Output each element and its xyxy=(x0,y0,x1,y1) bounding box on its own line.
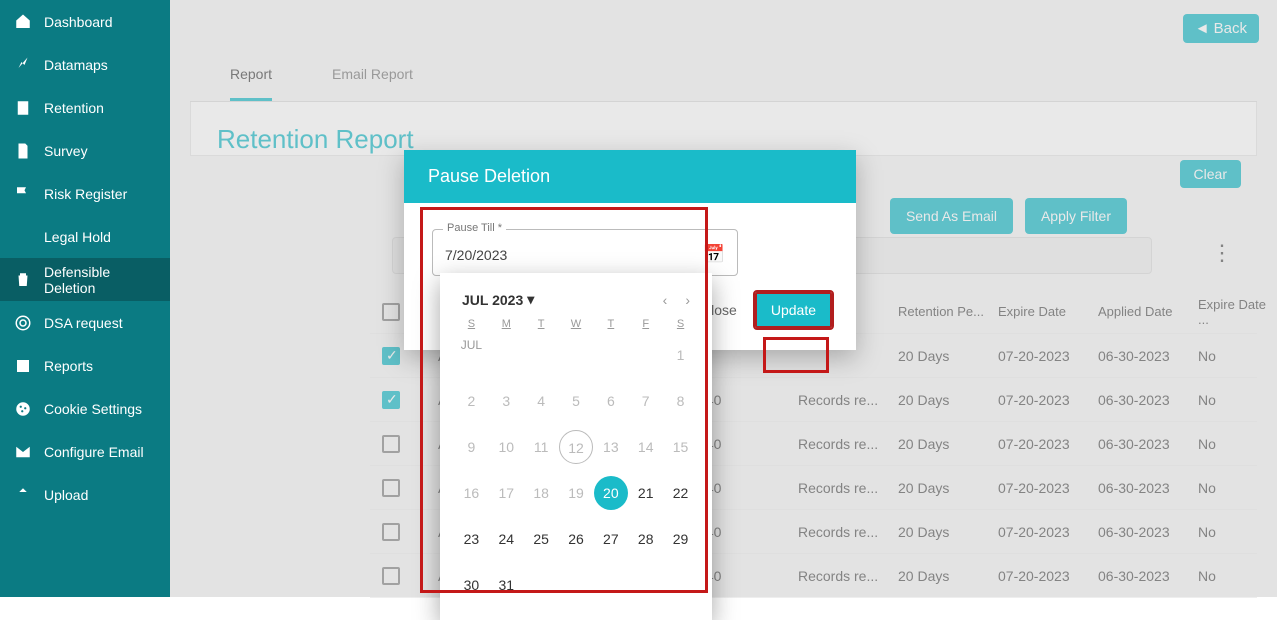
sidebar-item-legal-hold[interactable]: Legal Hold xyxy=(0,215,170,258)
sidebar-item-label: Retention xyxy=(44,100,104,116)
sidebar-item-dsa-request[interactable]: DSA request xyxy=(0,301,170,344)
sidebar-item-configure-email[interactable]: Configure Email xyxy=(0,430,170,473)
doc-icon xyxy=(14,142,32,160)
modal-title: Pause Deletion xyxy=(404,150,856,203)
day-8: 8 xyxy=(664,384,698,418)
month-inline-label: JUL xyxy=(454,338,489,372)
home-icon xyxy=(14,13,32,31)
sidebar-item-label: Survey xyxy=(44,143,88,159)
sidebar-item-label: DSA request xyxy=(44,315,123,331)
day-22[interactable]: 22 xyxy=(664,476,698,510)
sidebar-item-label: Configure Email xyxy=(44,444,144,460)
month-selector[interactable]: JUL 2023 ▾ xyxy=(462,291,534,308)
day-19: 19 xyxy=(559,476,593,510)
sidebar-item-cookie-settings[interactable]: Cookie Settings xyxy=(0,387,170,430)
day-24[interactable]: 24 xyxy=(489,522,523,556)
sidebar-item-label: Cookie Settings xyxy=(44,401,142,417)
sidebar-item-label: Dashboard xyxy=(44,14,113,30)
day-13: 13 xyxy=(594,430,628,464)
dow: S xyxy=(663,318,698,330)
pause-till-field[interactable]: Pause Till * 7/20/2023 📅 xyxy=(432,229,738,276)
sidebar-item-upload[interactable]: Upload xyxy=(0,473,170,516)
next-month-icon[interactable]: › xyxy=(685,292,690,308)
cookie-icon xyxy=(14,400,32,418)
sidebar-item-reports[interactable]: Reports xyxy=(0,344,170,387)
sidebar-item-label: Legal Hold xyxy=(44,229,111,245)
day-18: 18 xyxy=(524,476,558,510)
calendar-icon[interactable]: 📅 xyxy=(703,244,725,265)
day-23[interactable]: 23 xyxy=(454,522,488,556)
dow: S xyxy=(454,318,489,330)
day-20[interactable]: 20 xyxy=(594,476,628,510)
day-7: 7 xyxy=(629,384,663,418)
sidebar-item-label: Upload xyxy=(44,487,88,503)
sidebar-item-survey[interactable]: Survey xyxy=(0,129,170,172)
day-6: 6 xyxy=(594,384,628,418)
sidebar-item-label: Reports xyxy=(44,358,93,374)
day-9: 9 xyxy=(454,430,488,464)
news-icon xyxy=(14,357,32,375)
life-icon xyxy=(14,314,32,332)
sidebar: Dashboard Datamaps Retention Survey Risk Reg… xyxy=(0,0,170,597)
day-1: 1 xyxy=(664,338,698,372)
day-29[interactable]: 29 xyxy=(664,522,698,556)
day-14: 14 xyxy=(629,430,663,464)
day-10: 10 xyxy=(489,430,523,464)
day-5: 5 xyxy=(559,384,593,418)
day-11: 11 xyxy=(524,430,558,464)
update-button[interactable]: Update xyxy=(755,292,832,328)
day-17: 17 xyxy=(489,476,523,510)
pause-till-label: Pause Till * xyxy=(443,222,506,234)
day-2: 2 xyxy=(454,384,488,418)
day-15: 15 xyxy=(664,430,698,464)
flag-icon xyxy=(14,185,32,203)
gavel-icon xyxy=(14,228,32,246)
day-27[interactable]: 27 xyxy=(594,522,628,556)
trash-icon xyxy=(14,271,32,289)
sidebar-item-label: Defensible Deletion xyxy=(44,264,156,296)
day-28[interactable]: 28 xyxy=(629,522,663,556)
dow: T xyxy=(524,318,559,330)
day-26[interactable]: 26 xyxy=(559,522,593,556)
day-16: 16 xyxy=(454,476,488,510)
day-12: 12 xyxy=(559,430,593,464)
chart-icon xyxy=(14,56,32,74)
date-picker: JUL 2023 ▾ ‹ › SMTWTFS JUL12345678910111… xyxy=(440,273,712,620)
caret-down-icon: ▾ xyxy=(527,291,534,308)
upload-icon xyxy=(14,486,32,504)
day-21[interactable]: 21 xyxy=(629,476,663,510)
day-3: 3 xyxy=(489,384,523,418)
day-25[interactable]: 25 xyxy=(524,522,558,556)
dow: M xyxy=(489,318,524,330)
sidebar-item-label: Datamaps xyxy=(44,57,108,73)
sidebar-item-label: Risk Register xyxy=(44,186,127,202)
month-label: JUL 2023 xyxy=(462,292,523,308)
sidebar-item-defensible-deletion[interactable]: Defensible Deletion xyxy=(0,258,170,301)
dow: F xyxy=(628,318,663,330)
dow: W xyxy=(559,318,594,330)
sidebar-item-retention[interactable]: Retention xyxy=(0,86,170,129)
sidebar-item-risk-register[interactable]: Risk Register xyxy=(0,172,170,215)
building-icon xyxy=(14,99,32,117)
prev-month-icon[interactable]: ‹ xyxy=(663,292,668,308)
sidebar-item-dashboard[interactable]: Dashboard xyxy=(0,0,170,43)
day-4: 4 xyxy=(524,384,558,418)
pause-till-value: 7/20/2023 xyxy=(445,247,507,263)
dow: T xyxy=(593,318,628,330)
sidebar-item-datamaps[interactable]: Datamaps xyxy=(0,43,170,86)
mail-icon xyxy=(14,443,32,461)
